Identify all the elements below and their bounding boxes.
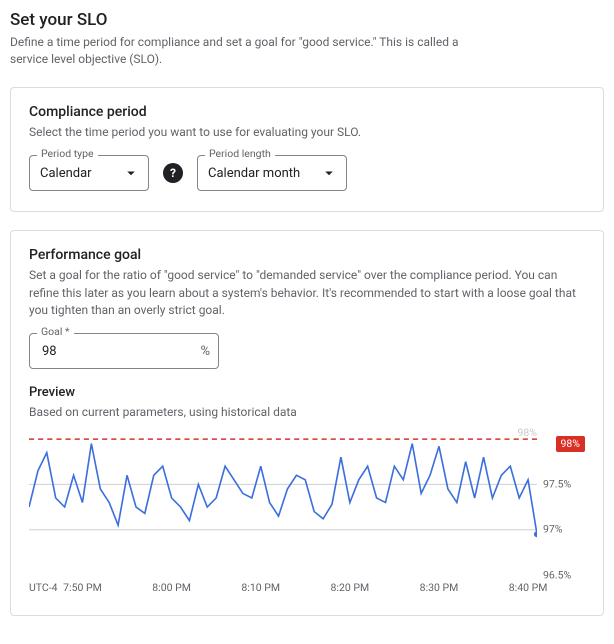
help-icon[interactable]: ?	[163, 163, 183, 183]
x-tick-label: 8:40 PM	[509, 581, 548, 594]
performance-goal-card: Performance goal Set a goal for the rati…	[10, 230, 604, 616]
goal-title: Performance goal	[29, 247, 585, 263]
x-tick-label: 8:20 PM	[331, 581, 370, 594]
compliance-subtitle: Select the time period you want to use f…	[29, 124, 585, 141]
compliance-card: Compliance period Select the time period…	[10, 87, 604, 212]
goal-input[interactable]	[40, 343, 196, 360]
preview-chart: 98% 98% 97.5% 97% 96.5% UTC-47:50 PM8:00…	[29, 430, 585, 595]
goal-threshold-badge: 98%	[556, 436, 586, 453]
period-type-value: Calendar	[40, 166, 118, 181]
y-tick-label: 97%	[543, 523, 585, 536]
preview-subtitle: Based on current parameters, using histo…	[29, 404, 585, 421]
y-tick-label: 96.5%	[543, 568, 585, 581]
page-description: Define a time period for compliance and …	[10, 34, 480, 69]
x-tick-label: 8:10 PM	[241, 581, 280, 594]
goal-subtitle: Set a goal for the ratio of "good servic…	[29, 267, 585, 319]
period-length-select[interactable]: Period length Calendar month	[197, 155, 347, 191]
chevron-down-icon	[320, 164, 338, 182]
x-tick-label: 8:00 PM	[152, 581, 191, 594]
period-length-value: Calendar month	[208, 166, 316, 181]
y-tick-label: 97.5%	[543, 478, 585, 491]
period-type-select[interactable]: Period type Calendar	[29, 155, 149, 191]
compliance-title: Compliance period	[29, 104, 585, 120]
goal-field-label: Goal *	[37, 327, 74, 338]
chevron-down-icon	[122, 164, 140, 182]
preview-title: Preview	[29, 385, 585, 400]
x-tick-label: 7:50 PM	[63, 581, 102, 594]
x-axis: UTC-4 7:50 PM 8:00 PM 8:10 PM 8:20 PM 8:30 PM…	[29, 579, 537, 595]
goal-field-row: Goal * %	[29, 333, 585, 369]
chart-svg	[29, 430, 537, 575]
compliance-fields: Period type Calendar ? Period length Cal…	[29, 155, 585, 191]
x-tick-label: UTC-4	[29, 581, 58, 594]
period-length-label: Period length	[205, 149, 275, 160]
goal-input-wrapper[interactable]: Goal * %	[29, 333, 219, 369]
x-tick-label: 8:30 PM	[420, 581, 459, 594]
page-title: Set your SLO	[10, 10, 604, 30]
goal-unit: %	[200, 344, 210, 359]
period-type-label: Period type	[37, 149, 98, 160]
